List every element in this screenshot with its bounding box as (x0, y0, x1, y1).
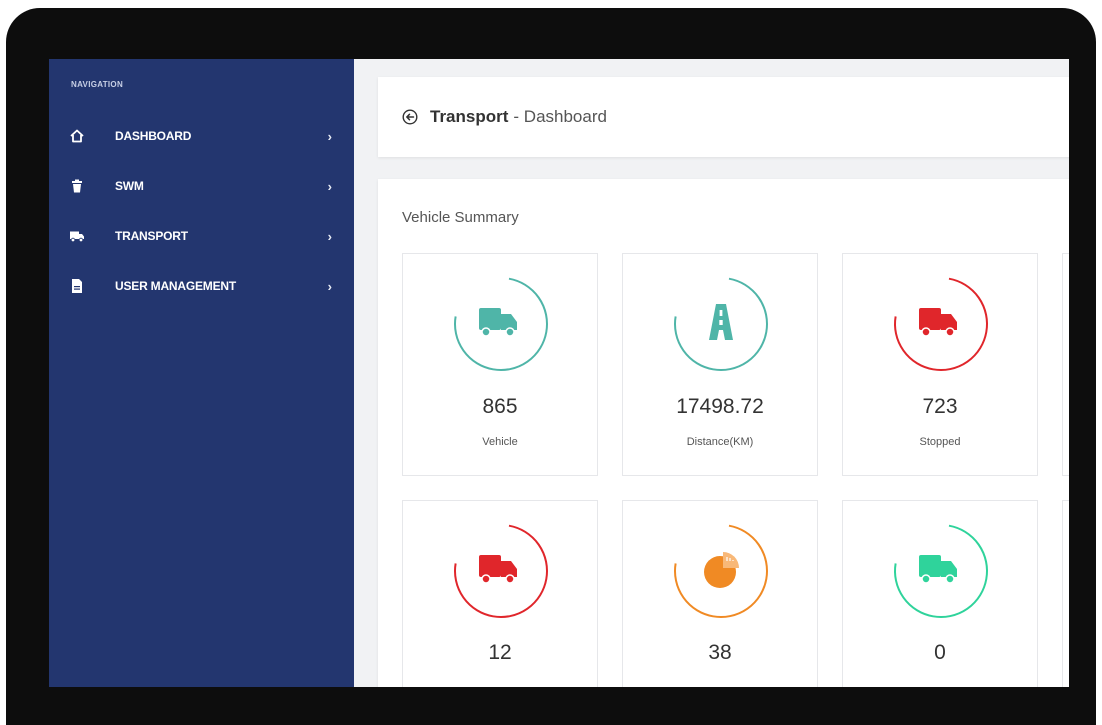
page-title: Transport (430, 107, 509, 126)
status-ring (671, 521, 771, 621)
pie-chart-icon (704, 552, 739, 588)
tile-value: 723 (922, 395, 958, 418)
road-icon (709, 304, 733, 340)
sidebar-item-label: USER MANAGEMENT (115, 279, 237, 293)
home-icon (69, 128, 85, 144)
nav-heading: NAVIGATION (71, 80, 124, 89)
tile-value: 17498.72 (676, 395, 764, 418)
app-screen: NAVIGATION DASHBOARD › SWM › TRANSPORT ›… (49, 59, 1069, 687)
sidebar-item-dashboard[interactable]: DASHBOARD › (49, 121, 354, 151)
back-arrow-circle-icon[interactable] (402, 109, 418, 125)
laptop-bezel: NAVIGATION DASHBOARD › SWM › TRANSPORT ›… (6, 8, 1096, 725)
trash-icon (69, 178, 85, 194)
status-ring (671, 274, 771, 374)
sidebar-item-transport[interactable]: TRANSPORT › (49, 221, 354, 251)
sidebar: NAVIGATION DASHBOARD › SWM › TRANSPORT ›… (49, 59, 354, 687)
sidebar-item-label: TRANSPORT (115, 229, 188, 243)
section-title: Vehicle Summary (402, 209, 519, 226)
vehicle-tile[interactable]: 865 Vehicle (402, 253, 598, 476)
main-content: Transport - Dashboard Vehicle Summary 86… (354, 59, 1069, 687)
truck-icon (919, 555, 957, 584)
sidebar-item-user-management[interactable]: USER MANAGEMENT › (49, 271, 354, 301)
vehicle-summary-card: Vehicle Summary 865 Vehicle 17498.72 Dis… (378, 179, 1069, 687)
tile-label: Vehicle (482, 436, 518, 448)
sidebar-item-label: DASHBOARD (115, 129, 192, 143)
tile-value: 38 (708, 641, 732, 664)
status-ring (891, 274, 991, 374)
page-subtitle: - Dashboard (513, 107, 607, 126)
vehicle-summary-tile-partial[interactable] (1062, 500, 1069, 687)
chevron-right-icon: › (327, 128, 332, 144)
vehicle-summary-tile-partial[interactable] (1062, 253, 1069, 476)
truck-icon (479, 308, 517, 337)
breakdown-tile[interactable]: 38 (622, 500, 818, 687)
status-ring (891, 521, 991, 621)
sidebar-item-swm[interactable]: SWM › (49, 171, 354, 201)
stopped-tile[interactable]: 723 Stopped (842, 253, 1038, 476)
truck-icon (69, 228, 85, 244)
reached-tile[interactable]: 0 (842, 500, 1038, 687)
chevron-right-icon: › (327, 228, 332, 244)
distance-tile[interactable]: 17498.72 Distance(KM) (622, 253, 818, 476)
truck-icon (919, 308, 957, 337)
file-icon (69, 278, 85, 294)
tile-label: Stopped (919, 436, 961, 448)
tile-label: Distance(KM) (686, 436, 754, 448)
page-header: Transport - Dashboard (378, 77, 1069, 157)
chevron-right-icon: › (327, 278, 332, 294)
chevron-right-icon: › (327, 178, 332, 194)
tile-value: 0 (934, 641, 946, 664)
status-ring (451, 521, 551, 621)
status-ring (451, 274, 551, 374)
truck-icon (479, 555, 517, 584)
idle-tile[interactable]: 12 (402, 500, 598, 687)
tile-value: 865 (482, 395, 518, 418)
sidebar-item-label: SWM (115, 179, 144, 193)
tile-value: 12 (488, 641, 512, 664)
